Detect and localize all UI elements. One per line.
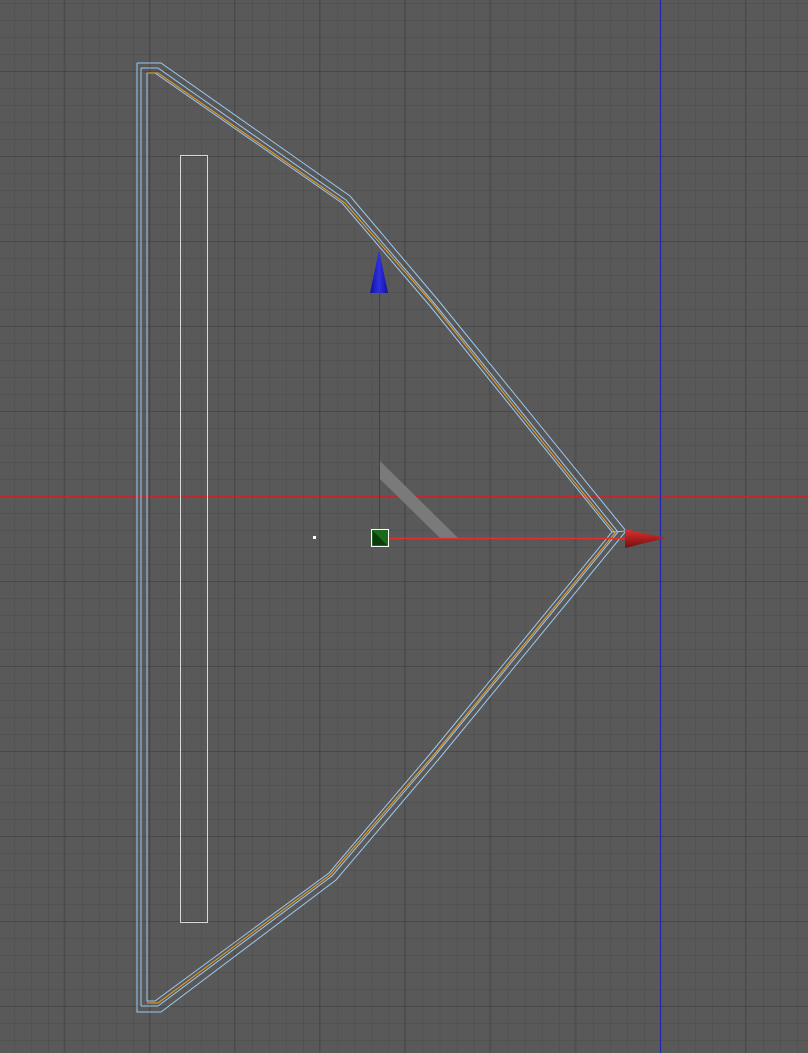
grid-major — [0, 0, 808, 1053]
pivot-point — [313, 536, 316, 539]
viewport-canvas[interactable] — [0, 0, 808, 1053]
3d-viewport[interactable] — [0, 0, 808, 1053]
